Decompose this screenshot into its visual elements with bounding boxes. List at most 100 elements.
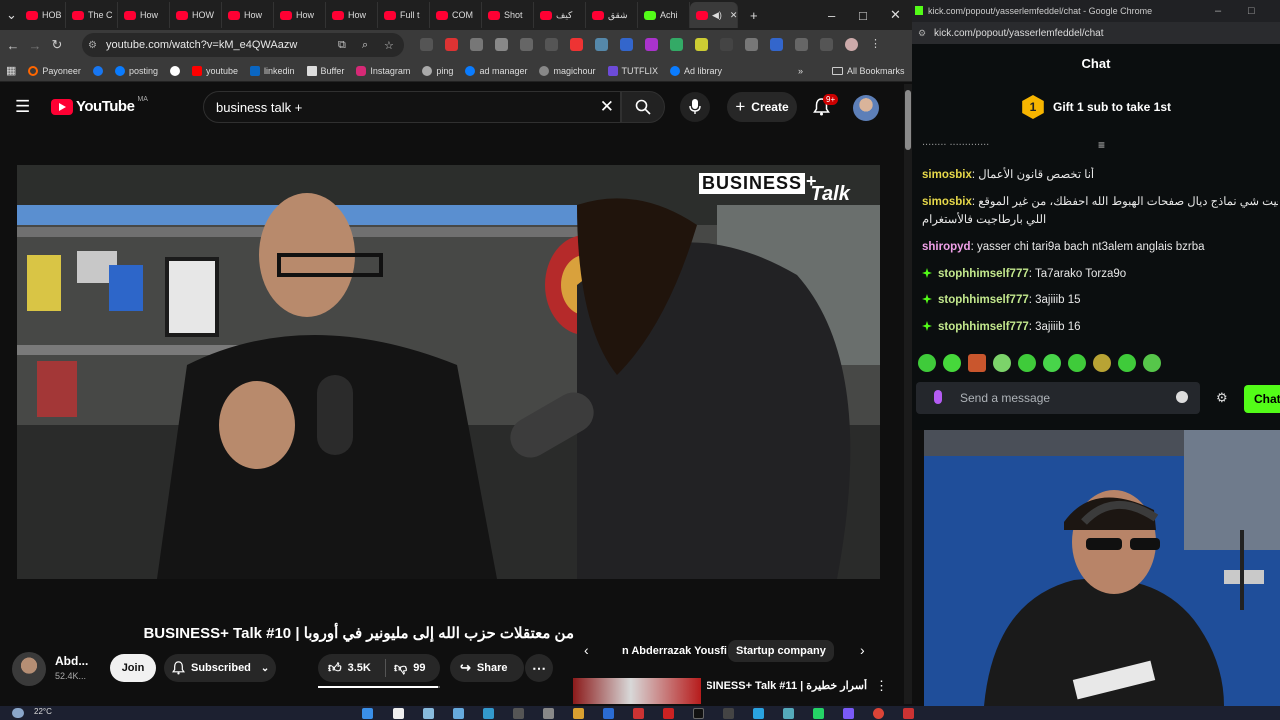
taskbar-app-icon[interactable] [513, 708, 524, 719]
chat-username[interactable]: simosbix [922, 169, 972, 181]
bookmark-item[interactable]: Payoneer [28, 65, 81, 76]
taskbar-app-icon[interactable] [693, 708, 704, 719]
extension-icon[interactable] [745, 38, 758, 51]
bookmark-item[interactable]: Ad library [670, 65, 722, 76]
close-window-button[interactable]: ✕ [890, 7, 901, 23]
extension-icon[interactable] [695, 38, 708, 51]
menu-kebab-icon[interactable]: ⋮ [870, 38, 883, 51]
more-bookmarks-icon[interactable]: » [798, 66, 803, 76]
chat-username[interactable]: simosbix [922, 196, 972, 208]
taskbar-app-icon[interactable] [903, 708, 914, 719]
install-app-icon[interactable]: ⧉ [338, 39, 346, 52]
taskbar-app-icon[interactable] [663, 708, 674, 719]
youtube-logo[interactable]: YouTube MA [51, 96, 148, 115]
extension-icon[interactable] [520, 38, 533, 51]
emote-icon[interactable] [993, 354, 1011, 372]
emote-icon[interactable] [968, 354, 986, 372]
chat-username[interactable]: shiropyd [922, 241, 971, 253]
browser-tab[interactable]: Full t [378, 2, 430, 28]
reload-button[interactable]: ↻ [46, 37, 68, 53]
taskbar-app-icon[interactable] [453, 708, 464, 719]
taskbar-app-icon[interactable] [633, 708, 644, 719]
bookmark-item[interactable]: ping [422, 65, 453, 76]
chat-username[interactable]: stophhimself777 [938, 268, 1029, 280]
emote-icon[interactable] [1143, 354, 1161, 372]
taskbar-app-icon[interactable] [603, 708, 614, 719]
chat-settings-gear-icon[interactable]: ⚙ [1216, 390, 1228, 406]
share-button[interactable]: ↪ Share [450, 654, 524, 682]
extension-icon[interactable] [470, 38, 483, 51]
next-video-item[interactable]: أسرار خطيرة | BUSINESS+ Talk #11 ⋮ [573, 678, 893, 704]
search-button[interactable] [621, 91, 665, 123]
taskbar-app-icon[interactable] [753, 708, 764, 719]
extensions-puzzle-icon[interactable] [795, 38, 808, 51]
zoom-icon[interactable]: ⌕ [362, 39, 368, 52]
extension-icon[interactable] [570, 38, 583, 51]
bookmark-item[interactable]: youtube [191, 65, 238, 76]
browser-tab[interactable]: COM [430, 2, 482, 28]
join-button[interactable]: Join [110, 654, 156, 682]
browser-tab[interactable]: HOW [170, 2, 222, 28]
profile-icon[interactable] [845, 38, 858, 51]
bookmark-item[interactable]: linkedin [250, 65, 295, 76]
browser-tab[interactable]: Shot [482, 2, 534, 28]
chat-username[interactable]: stophhimself777 [938, 294, 1029, 306]
url-field[interactable]: ⚙ youtube.com/watch?v=kM_e4QWAazw ⧉ ⌕ ☆ [82, 33, 404, 57]
bookmark-item[interactable]: Buffer [306, 65, 344, 76]
voice-search-button[interactable] [680, 92, 710, 122]
taskbar-app-icon[interactable] [813, 708, 824, 719]
channel-name[interactable]: Abd... [55, 654, 88, 668]
extension-icon[interactable] [445, 38, 458, 51]
browser-tab[interactable]: How [118, 2, 170, 28]
extension-icon[interactable] [670, 38, 683, 51]
taskbar-app-icon[interactable] [423, 708, 434, 719]
send-chat-button[interactable]: Chat [1244, 385, 1280, 413]
extension-icon[interactable] [620, 38, 633, 51]
extension-icon[interactable] [545, 38, 558, 51]
gift-sub-banner[interactable]: 1 Gift 1 sub to take 1st [912, 88, 1280, 126]
all-bookmarks-folder[interactable]: All Bookmarks [832, 66, 905, 76]
channel-avatar[interactable] [12, 652, 46, 686]
send-message-input[interactable]: Send a message [916, 382, 1200, 414]
extension-icon[interactable] [495, 38, 508, 51]
microphone-icon[interactable] [934, 390, 942, 404]
taskbar-app-icon[interactable] [783, 708, 794, 719]
bookmark-item[interactable]: Instagram [356, 65, 410, 76]
chips-next-icon[interactable]: › [860, 642, 865, 658]
tab-search-icon[interactable]: ⌄ [6, 7, 20, 23]
subscribed-button[interactable]: Subscribed ⌄ [164, 654, 276, 682]
taskbar-app-icon[interactable] [483, 708, 494, 719]
more-actions-button[interactable]: ⋯ [525, 654, 553, 682]
taskbar-app-icon[interactable] [573, 708, 584, 719]
browser-tab[interactable]: How [326, 2, 378, 28]
search-input[interactable]: business talk + ✕ [203, 91, 621, 123]
hamburger-menu-icon[interactable]: ☰ [15, 97, 30, 117]
bookmark-item[interactable]: posting [114, 65, 158, 76]
emoji-icon[interactable] [1176, 391, 1188, 403]
browser-tab-active[interactable]: ◀) ✕ [690, 2, 738, 28]
extension-icon[interactable] [720, 38, 733, 51]
chrome-taskbar-icon[interactable] [873, 708, 884, 719]
chips-prev-icon[interactable]: ‹ [584, 642, 589, 658]
emote-icon[interactable] [1093, 354, 1111, 372]
browser-tab[interactable]: كيف [534, 2, 586, 28]
scrollbar-thumb[interactable] [905, 90, 911, 150]
bookmark-item[interactable] [92, 65, 103, 76]
chip[interactable]: Startup company [728, 640, 834, 662]
url-field[interactable]: ⚙ kick.com/popout/yasserlemfeddel/chat [912, 22, 1280, 44]
maximize-button[interactable]: □ [1248, 5, 1255, 17]
maximize-button[interactable]: □ [859, 8, 867, 23]
search-taskbar-icon[interactable] [393, 708, 404, 719]
extension-icon[interactable] [595, 38, 608, 51]
bookmark-item[interactable]: ad manager [465, 65, 527, 76]
reading-list-icon[interactable] [820, 38, 833, 51]
browser-tab[interactable]: How [274, 2, 326, 28]
notifications-button[interactable]: 9+ [813, 94, 839, 121]
bookmark-star-icon[interactable]: ☆ [384, 39, 394, 52]
apps-grid-icon[interactable]: ▦ [6, 64, 16, 77]
extension-icon[interactable] [420, 38, 433, 51]
emote-icon[interactable] [1068, 354, 1086, 372]
taskbar-app-icon[interactable] [843, 708, 854, 719]
browser-tab[interactable]: Achi [638, 2, 690, 28]
emote-icon[interactable] [1018, 354, 1036, 372]
